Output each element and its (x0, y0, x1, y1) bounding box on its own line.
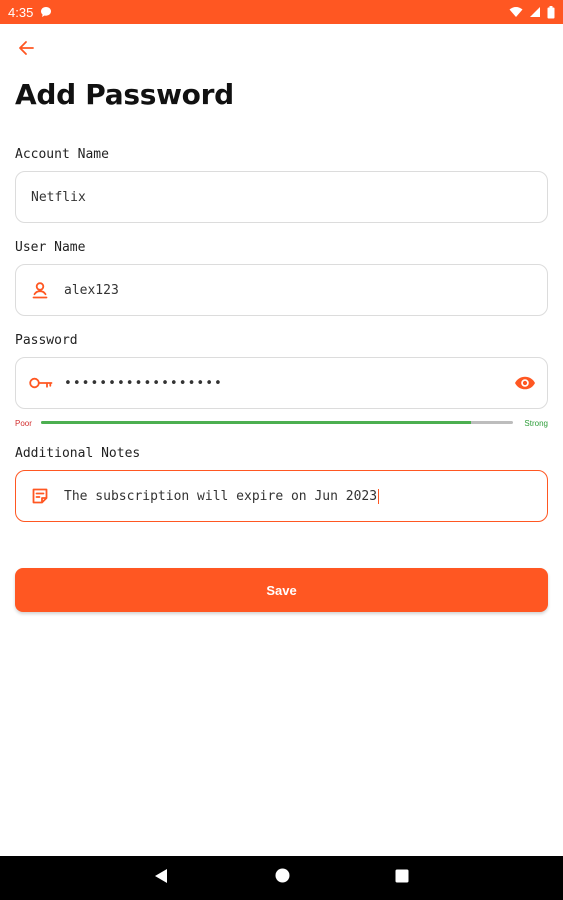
home-circle-icon (275, 868, 290, 888)
user-name-label: User Name (15, 240, 86, 255)
back-triangle-icon (154, 868, 168, 889)
strength-poor-label: Poor (15, 419, 32, 428)
back-button[interactable] (12, 36, 40, 64)
page-title: Add Password (15, 78, 234, 111)
user-name-value: alex123 (64, 282, 119, 298)
status-left: 4:35 (8, 5, 52, 20)
account-name-value: Netflix (31, 189, 86, 205)
wifi-icon (509, 6, 523, 18)
person-icon (28, 278, 52, 302)
strength-fill (41, 421, 471, 424)
password-label: Password (15, 333, 78, 348)
notes-value: The subscription will expire on Jun 2023 (64, 488, 378, 504)
text-cursor (378, 488, 380, 504)
strength-strong-label: Strong (524, 419, 548, 428)
recents-square-icon (395, 869, 409, 888)
battery-icon (547, 5, 555, 19)
notes-label: Additional Notes (15, 446, 141, 461)
chat-bubble-icon (40, 6, 52, 18)
notes-value-wrap: The subscription will expire on Jun 2023 (64, 488, 380, 504)
user-name-field[interactable]: alex123 (15, 264, 548, 316)
status-time: 4:35 (8, 4, 34, 20)
cellular-signal-icon (529, 6, 541, 18)
note-icon (28, 484, 52, 508)
strength-track (41, 421, 513, 424)
account-name-label: Account Name (15, 147, 109, 162)
password-strength-meter: Poor Strong (15, 417, 548, 431)
eye-icon[interactable] (513, 371, 537, 395)
save-button[interactable]: Save (15, 568, 548, 612)
account-name-field[interactable]: Netflix (15, 171, 548, 223)
arrow-back-icon (17, 39, 35, 62)
notes-field[interactable]: The subscription will expire on Jun 2023 (15, 470, 548, 522)
status-right (509, 5, 555, 19)
password-value: •••••••••••••••••• (64, 375, 223, 391)
key-icon (28, 371, 54, 395)
nav-recents-button[interactable] (380, 856, 424, 900)
status-bar: 4:35 (0, 0, 563, 24)
navigation-bar (0, 856, 563, 900)
nav-home-button[interactable] (260, 856, 304, 900)
nav-back-button[interactable] (139, 856, 183, 900)
password-field[interactable]: •••••••••••••••••• (15, 357, 548, 409)
